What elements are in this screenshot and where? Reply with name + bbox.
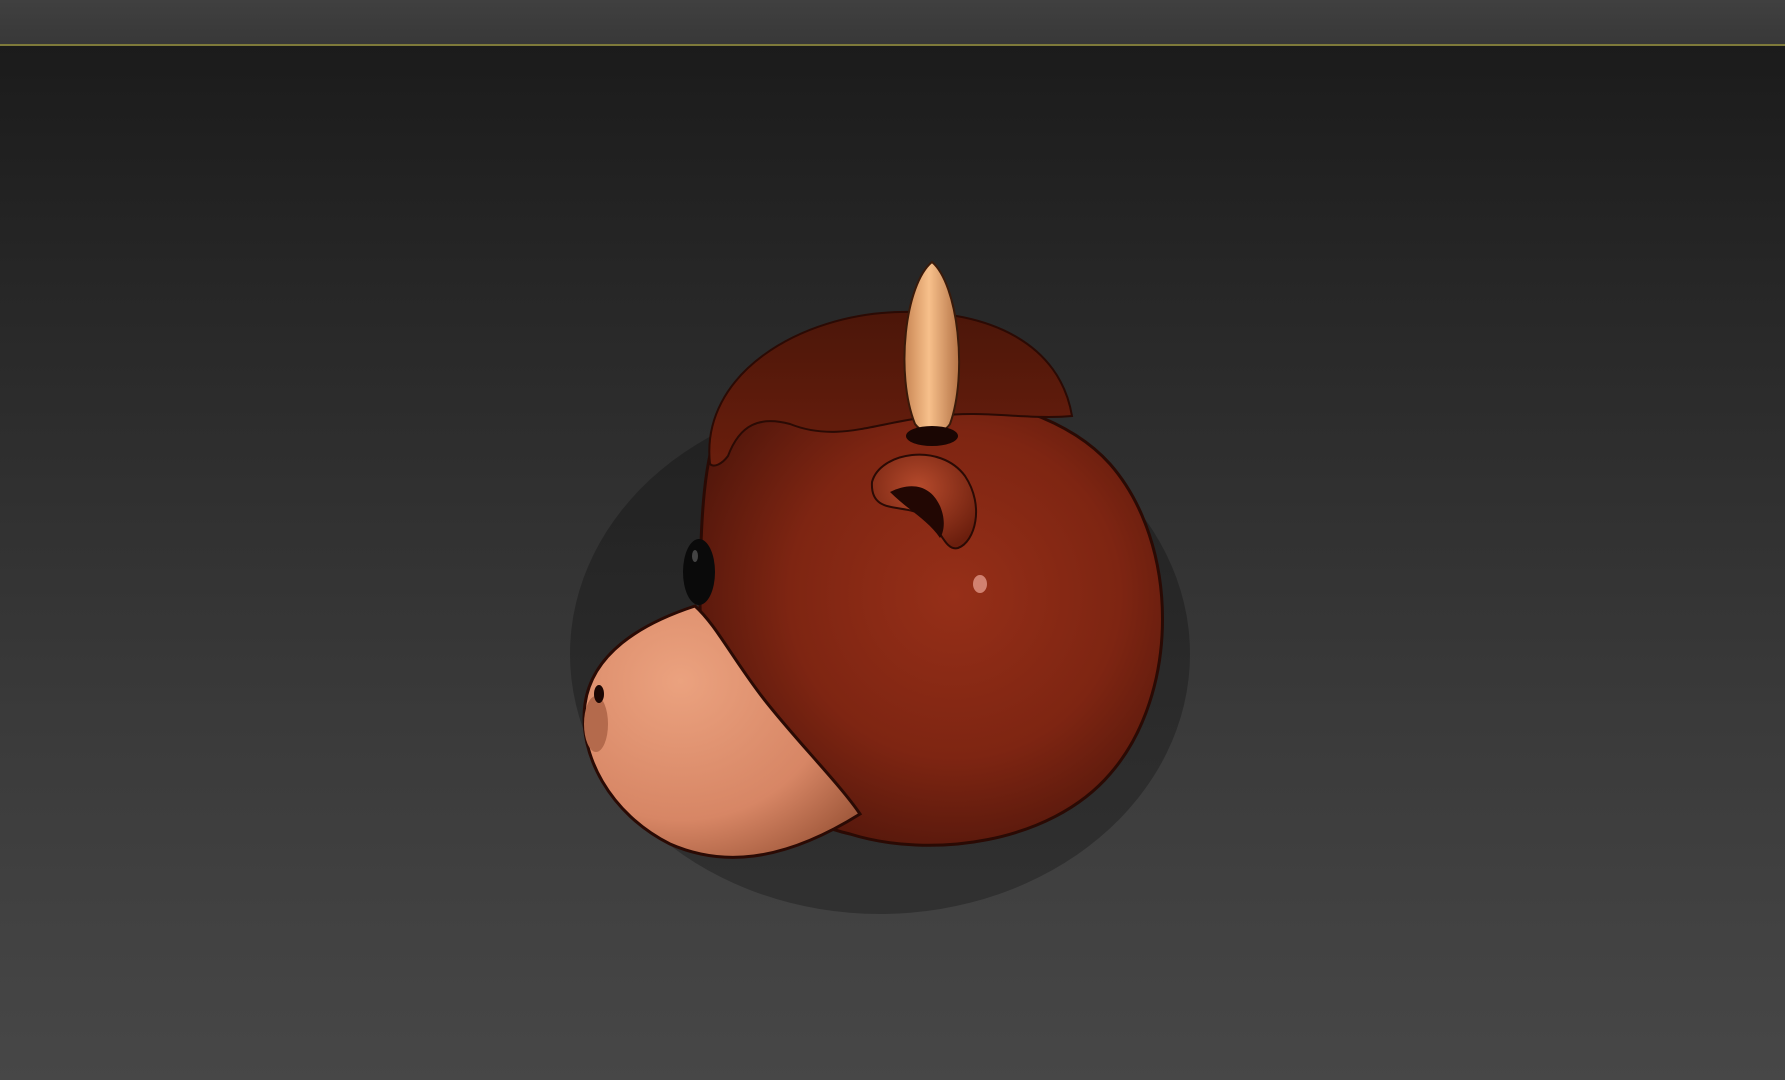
bull-eye	[683, 539, 715, 605]
bull-nostril	[584, 696, 608, 752]
rendered-scene	[570, 260, 1190, 914]
3d-viewport[interactable]	[0, 44, 1785, 1080]
bull-horn	[903, 260, 961, 434]
app-window	[0, 0, 1785, 1080]
horn-base-shadow	[906, 426, 958, 446]
head-specular-highlight	[973, 575, 987, 593]
nostril-hole	[594, 685, 604, 703]
eye-glint	[692, 550, 698, 562]
viewport-top-bar	[0, 0, 1785, 44]
active-viewport-border	[0, 44, 1785, 46]
